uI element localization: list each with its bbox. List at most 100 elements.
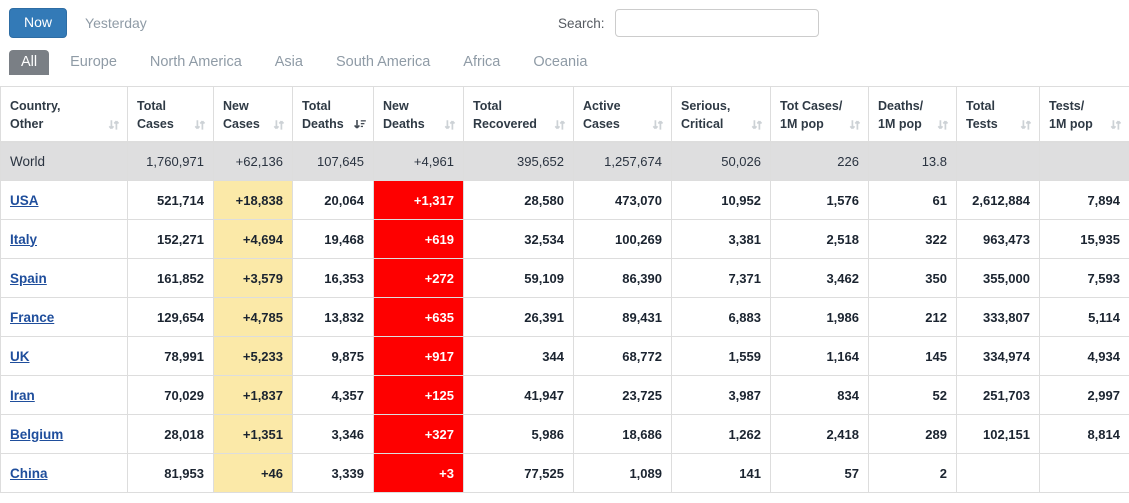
yesterday-button[interactable]: Yesterday bbox=[85, 15, 147, 31]
column-header-total-deaths[interactable]: TotalDeaths bbox=[293, 87, 374, 142]
table-body: World1,760,971+62,136107,645+4,961395,65… bbox=[1, 142, 1129, 493]
cell-total-deaths: 19,468 bbox=[293, 220, 374, 259]
cell-new-deaths: +125 bbox=[374, 376, 464, 415]
column-header-line2: Cases bbox=[137, 117, 174, 131]
sort-both-icon bbox=[554, 119, 566, 132]
cell-total-recovered: 344 bbox=[464, 337, 574, 376]
cell-deaths-per-1m: 350 bbox=[869, 259, 957, 298]
cell-deaths-per-1m: 212 bbox=[869, 298, 957, 337]
cell-total-tests: 963,473 bbox=[957, 220, 1040, 259]
column-header-line1: Active bbox=[583, 99, 621, 113]
cell-total-cases: 78,991 bbox=[128, 337, 214, 376]
now-button[interactable]: Now bbox=[9, 8, 67, 38]
cell-total-cases: 81,953 bbox=[128, 454, 214, 493]
cell-total-tests: 355,000 bbox=[957, 259, 1040, 298]
cell-total-cases: 1,760,971 bbox=[128, 142, 214, 181]
column-header-new-deaths[interactable]: NewDeaths bbox=[374, 87, 464, 142]
cell-total-deaths: 9,875 bbox=[293, 337, 374, 376]
table-row: Belgium28,018+1,3513,346+3275,98618,6861… bbox=[1, 415, 1129, 454]
cell-total-tests bbox=[957, 454, 1040, 493]
cell-tot-cases-per-1m: 57 bbox=[771, 454, 869, 493]
column-header-line1: Total bbox=[473, 99, 502, 113]
cell-tests-per-1m: 5,114 bbox=[1040, 298, 1129, 337]
cell-total-cases: 521,714 bbox=[128, 181, 214, 220]
cell-new-deaths: +327 bbox=[374, 415, 464, 454]
cell-total-cases: 161,852 bbox=[128, 259, 214, 298]
cell-total-recovered: 32,534 bbox=[464, 220, 574, 259]
sort-both-icon bbox=[751, 119, 763, 132]
cell-deaths-per-1m: 2 bbox=[869, 454, 957, 493]
country-link[interactable]: France bbox=[10, 310, 54, 325]
cell-serious-critical: 3,381 bbox=[672, 220, 771, 259]
region-tab-europe[interactable]: Europe bbox=[58, 50, 129, 75]
column-header-line2: Cases bbox=[583, 117, 620, 131]
cell-tot-cases-per-1m: 1,986 bbox=[771, 298, 869, 337]
column-header-tot-cases-1m-pop[interactable]: Tot Cases/1M pop bbox=[771, 87, 869, 142]
cell-serious-critical: 6,883 bbox=[672, 298, 771, 337]
cell-new-deaths: +3 bbox=[374, 454, 464, 493]
column-header-line1: Total bbox=[966, 99, 995, 113]
column-header-line1: Total bbox=[302, 99, 331, 113]
cell-tot-cases-per-1m: 3,462 bbox=[771, 259, 869, 298]
cell-active-cases: 473,070 bbox=[574, 181, 672, 220]
cell-new-deaths: +917 bbox=[374, 337, 464, 376]
column-header-text: TotalRecovered bbox=[473, 97, 564, 133]
column-header-deaths-1m-pop[interactable]: Deaths/1M pop bbox=[869, 87, 957, 142]
column-header-line1: Country, bbox=[10, 99, 60, 113]
cell-country: World bbox=[1, 142, 128, 181]
region-tab-africa[interactable]: Africa bbox=[451, 50, 512, 75]
column-header-new-cases[interactable]: NewCases bbox=[214, 87, 293, 142]
column-header-tests-1m-pop[interactable]: Tests/1M pop bbox=[1040, 87, 1129, 142]
cell-total-recovered: 26,391 bbox=[464, 298, 574, 337]
region-tab-all[interactable]: All bbox=[9, 50, 49, 75]
cell-country: UK bbox=[1, 337, 128, 376]
table-header: Country,OtherTotalCasesNewCasesTotalDeat… bbox=[1, 87, 1129, 142]
cell-new-cases: +1,837 bbox=[214, 376, 293, 415]
cell-country: USA bbox=[1, 181, 128, 220]
cell-country: Spain bbox=[1, 259, 128, 298]
cell-total-recovered: 5,986 bbox=[464, 415, 574, 454]
country-link[interactable]: Italy bbox=[10, 232, 37, 247]
cell-tot-cases-per-1m: 2,518 bbox=[771, 220, 869, 259]
region-tab-bar: All Europe North America Asia South America A… bbox=[9, 50, 1129, 86]
country-link[interactable]: Spain bbox=[10, 271, 47, 286]
country-link[interactable]: USA bbox=[10, 193, 39, 208]
cell-total-tests bbox=[957, 142, 1040, 181]
country-link[interactable]: Belgium bbox=[10, 427, 63, 442]
country-link[interactable]: China bbox=[10, 466, 48, 481]
country-link[interactable]: UK bbox=[10, 349, 30, 364]
cell-tests-per-1m bbox=[1040, 454, 1129, 493]
cell-total-tests: 333,807 bbox=[957, 298, 1040, 337]
sort-both-icon bbox=[652, 119, 664, 132]
cell-total-recovered: 59,109 bbox=[464, 259, 574, 298]
column-header-line1: Deaths/ bbox=[878, 99, 923, 113]
cell-country: Belgium bbox=[1, 415, 128, 454]
cell-serious-critical: 10,952 bbox=[672, 181, 771, 220]
cell-new-deaths: +619 bbox=[374, 220, 464, 259]
cell-active-cases: 1,257,674 bbox=[574, 142, 672, 181]
cell-new-cases: +1,351 bbox=[214, 415, 293, 454]
country-link[interactable]: Iran bbox=[10, 388, 35, 403]
table-row: Spain161,852+3,57916,353+27259,10986,390… bbox=[1, 259, 1129, 298]
search-input[interactable] bbox=[615, 9, 819, 37]
column-header-total-recovered[interactable]: TotalRecovered bbox=[464, 87, 574, 142]
cell-total-recovered: 395,652 bbox=[464, 142, 574, 181]
column-header-country-other[interactable]: Country,Other bbox=[1, 87, 128, 142]
cell-serious-critical: 50,026 bbox=[672, 142, 771, 181]
cell-new-cases: +4,694 bbox=[214, 220, 293, 259]
column-header-serious-critical[interactable]: Serious,Critical bbox=[672, 87, 771, 142]
cell-serious-critical: 141 bbox=[672, 454, 771, 493]
region-tab-oceania[interactable]: Oceania bbox=[521, 50, 599, 75]
column-header-total-cases[interactable]: TotalCases bbox=[128, 87, 214, 142]
column-header-total-tests[interactable]: TotalTests bbox=[957, 87, 1040, 142]
region-tab-asia[interactable]: Asia bbox=[263, 50, 315, 75]
region-tab-north-america[interactable]: North America bbox=[138, 50, 254, 75]
cell-total-tests: 102,151 bbox=[957, 415, 1040, 454]
column-header-text: Tot Cases/1M pop bbox=[780, 97, 859, 133]
region-tab-south-america[interactable]: South America bbox=[324, 50, 442, 75]
sort-both-icon bbox=[1020, 119, 1032, 132]
sort-both-icon bbox=[273, 119, 285, 132]
table-row: UK78,991+5,2339,875+91734468,7721,5591,1… bbox=[1, 337, 1129, 376]
column-header-active-cases[interactable]: Active Cases bbox=[574, 87, 672, 142]
cell-total-tests: 2,612,884 bbox=[957, 181, 1040, 220]
